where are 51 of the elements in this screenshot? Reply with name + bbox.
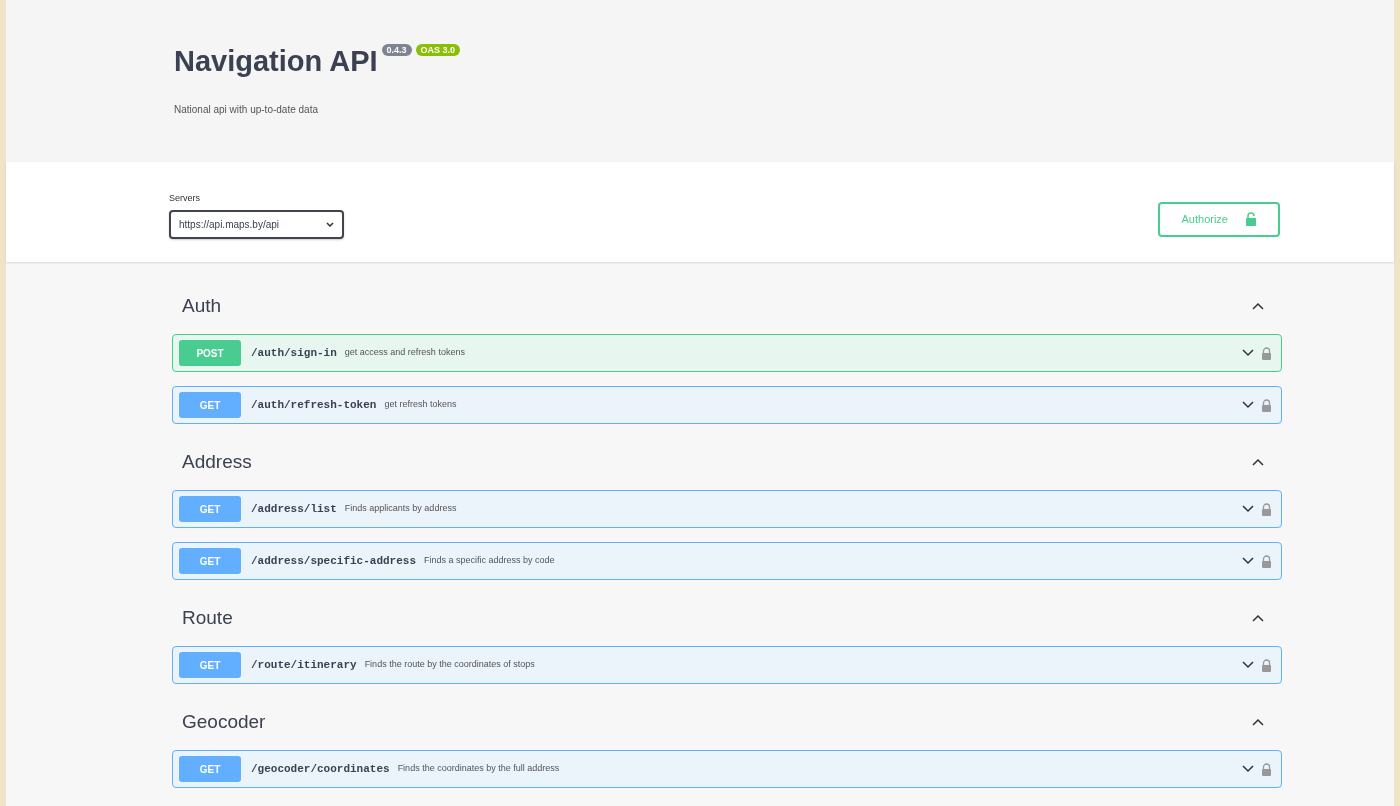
endpoint-path: /address/list xyxy=(251,501,337,517)
endpoint-summary: Finds the route by the coordinates of stops xyxy=(364,658,536,672)
method-label: GET xyxy=(179,392,241,418)
endpoint-summary: Finds applicants by address xyxy=(344,502,458,516)
method-label: GET xyxy=(179,756,241,782)
chevron-up-icon[interactable] xyxy=(1252,302,1264,310)
method-label: GET xyxy=(179,652,241,678)
method-label: POST xyxy=(179,340,241,366)
chevron-down-icon[interactable] xyxy=(1242,661,1254,669)
endpoint-path: /auth/refresh-token xyxy=(251,397,377,413)
lock-icon[interactable] xyxy=(1262,398,1271,412)
lock-icon[interactable] xyxy=(1262,658,1271,672)
chevron-down-icon xyxy=(326,221,334,227)
spec-badge: OAS 3.0 xyxy=(415,44,461,56)
chevron-down-icon[interactable] xyxy=(1242,349,1254,357)
operation-row[interactable]: GET /geocoder/coordinates Finds the coordinates by the full address xyxy=(172,750,1282,788)
operation-row[interactable]: GET /address/specific-address Finds a specific address by code xyxy=(172,542,1282,580)
operation-row[interactable]: GET /address/list Finds applicants by address xyxy=(172,490,1282,528)
section-heading: Geocoder xyxy=(182,709,266,734)
chevron-up-icon[interactable] xyxy=(1252,458,1264,466)
server-select[interactable]: https://api.maps.by/api xyxy=(169,209,344,239)
operation-row[interactable]: GET /auth/refresh-token get refresh tokens xyxy=(172,386,1282,424)
api-description: National api with up-to-date data xyxy=(174,102,319,117)
chevron-down-icon[interactable] xyxy=(1242,765,1254,773)
endpoint-summary: Finds a specific address by code xyxy=(424,554,556,568)
endpoint-path: /auth/sign-in xyxy=(251,345,337,361)
lock-icon[interactable] xyxy=(1262,554,1271,568)
endpoint-path: /address/specific-address xyxy=(251,553,417,569)
chevron-down-icon[interactable] xyxy=(1242,505,1254,513)
method-label: GET xyxy=(179,548,241,574)
chevron-up-icon[interactable] xyxy=(1252,718,1264,726)
lock-icon xyxy=(1246,212,1256,227)
servers-label: Servers xyxy=(169,192,201,205)
endpoint-path: /route/itinerary xyxy=(251,657,357,673)
section-heading: Route xyxy=(182,605,233,630)
chevron-up-icon[interactable] xyxy=(1252,614,1264,622)
method-label: GET xyxy=(179,496,241,522)
endpoint-summary: Finds the coordinates by the full address xyxy=(397,762,561,776)
endpoint-path: /geocoder/coordinates xyxy=(251,761,390,777)
lock-icon[interactable] xyxy=(1262,346,1271,360)
lock-icon[interactable] xyxy=(1262,502,1271,516)
api-title: Navigation API xyxy=(174,45,378,77)
version-badge: 0.4.3 xyxy=(381,44,412,56)
chevron-down-icon[interactable] xyxy=(1242,557,1254,565)
endpoint-summary: get access and refresh tokens xyxy=(344,346,466,360)
operation-row[interactable]: GET /route/itinerary Finds the route by the coordinates of stops xyxy=(172,646,1282,684)
section-heading: Address xyxy=(182,449,252,474)
section-heading: Auth xyxy=(182,293,222,318)
endpoint-summary: get refresh tokens xyxy=(384,398,458,412)
lock-icon[interactable] xyxy=(1262,762,1271,776)
chevron-down-icon[interactable] xyxy=(1242,401,1254,409)
